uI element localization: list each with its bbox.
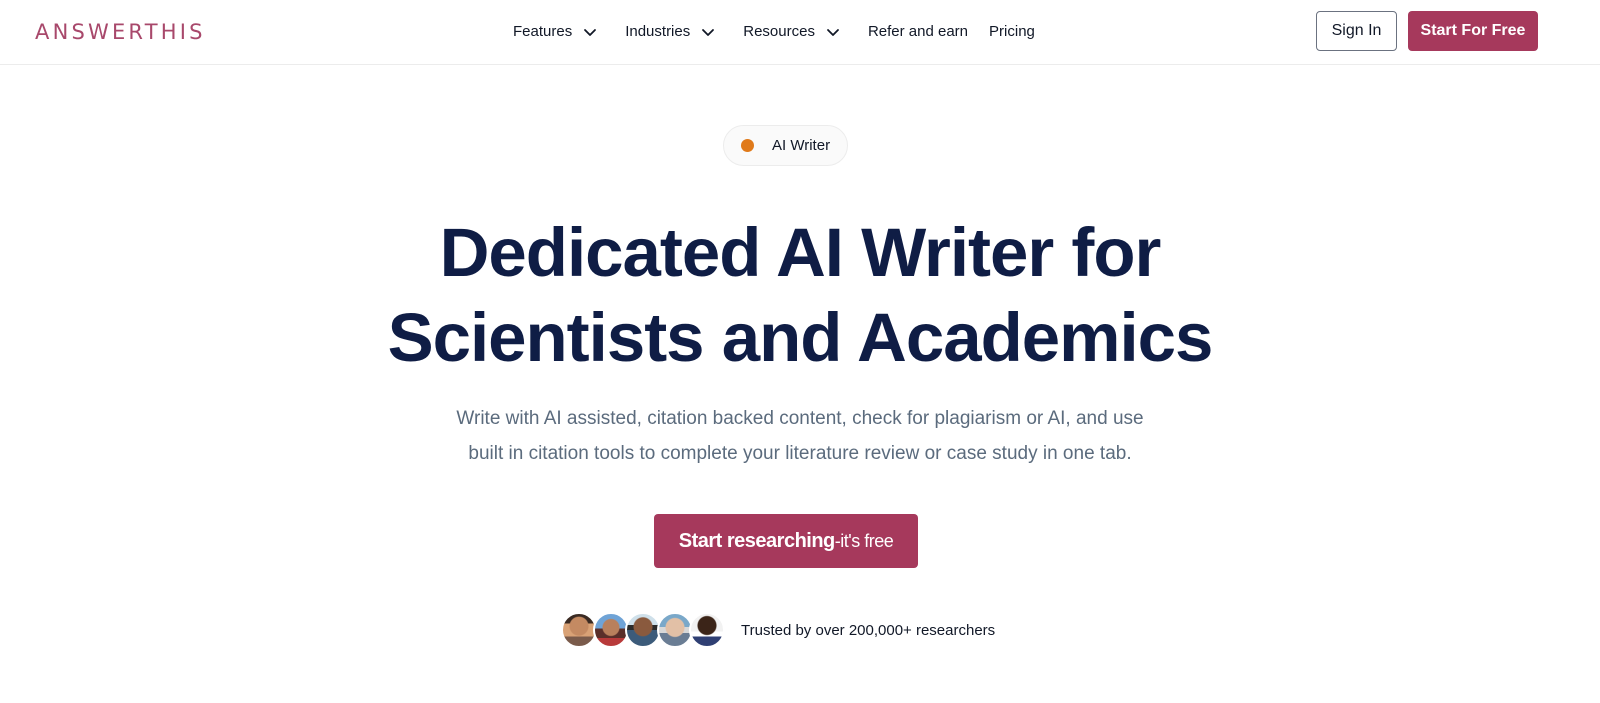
hero-title: Dedicated AI Writer for Scientists and A… [300,210,1300,380]
hero-title-line-1: Dedicated AI Writer for [439,214,1162,291]
main-nav: Features Industries Resources Refer and … [513,19,1035,45]
nav-item-pricing[interactable]: Pricing [989,19,1035,45]
researcher-avatar-4 [657,612,693,648]
trust-text: Trusted by over 200,000+ researchers [741,621,996,639]
researcher-avatar-3 [625,612,661,648]
badge-label: AI Writer [772,137,831,154]
hero-subtitle-line-2: built in citation tools to complete your… [468,443,1132,464]
researcher-avatar-5 [689,612,725,648]
social-proof: Trusted by over 200,000+ researchers [561,611,995,649]
researcher-avatar-1 [561,612,597,648]
answerthis-logo[interactable]: ANSWERTHIS [35,20,206,44]
nav-item-features[interactable]: Features [513,19,598,45]
nav-item-label: Industries [625,23,691,40]
nav-item-industries[interactable]: Industries [625,19,716,45]
cta-sub-label: -it's free [834,530,894,551]
nav-item-resources[interactable]: Resources [743,19,841,45]
start-for-free-button[interactable]: Start For Free [1408,11,1538,51]
avatar-stack [561,612,725,648]
researcher-avatar-2 [593,612,629,648]
nav-item-label: Features [513,23,573,40]
start-researching-button[interactable]: Start researching -it's free [654,514,918,568]
chevron-down-icon [584,29,597,36]
cta-main-label: Start researching [678,529,836,552]
status-dot-icon [741,139,754,152]
nav-item-label: Refer and earn [867,23,969,40]
nav-item-refer-and-earn[interactable]: Refer and earn [868,19,968,45]
sign-in-button[interactable]: Sign In [1316,11,1397,51]
chevron-down-icon [702,29,715,36]
nav-item-label: Resources [743,23,815,40]
hero-title-line-2: Scientists and Academics [387,299,1214,376]
nav-item-label: Pricing [989,23,1035,40]
chevron-down-icon [827,29,839,36]
ai-writer-badge: AI Writer [723,125,848,166]
top-navbar: ANSWERTHIS Features Industries Resources… [0,0,1600,65]
hero-subtitle-line-1: Write with AI assisted, citation backed … [456,408,1144,429]
hero-subtitle: Write with AI assisted, citation backed … [400,401,1200,471]
